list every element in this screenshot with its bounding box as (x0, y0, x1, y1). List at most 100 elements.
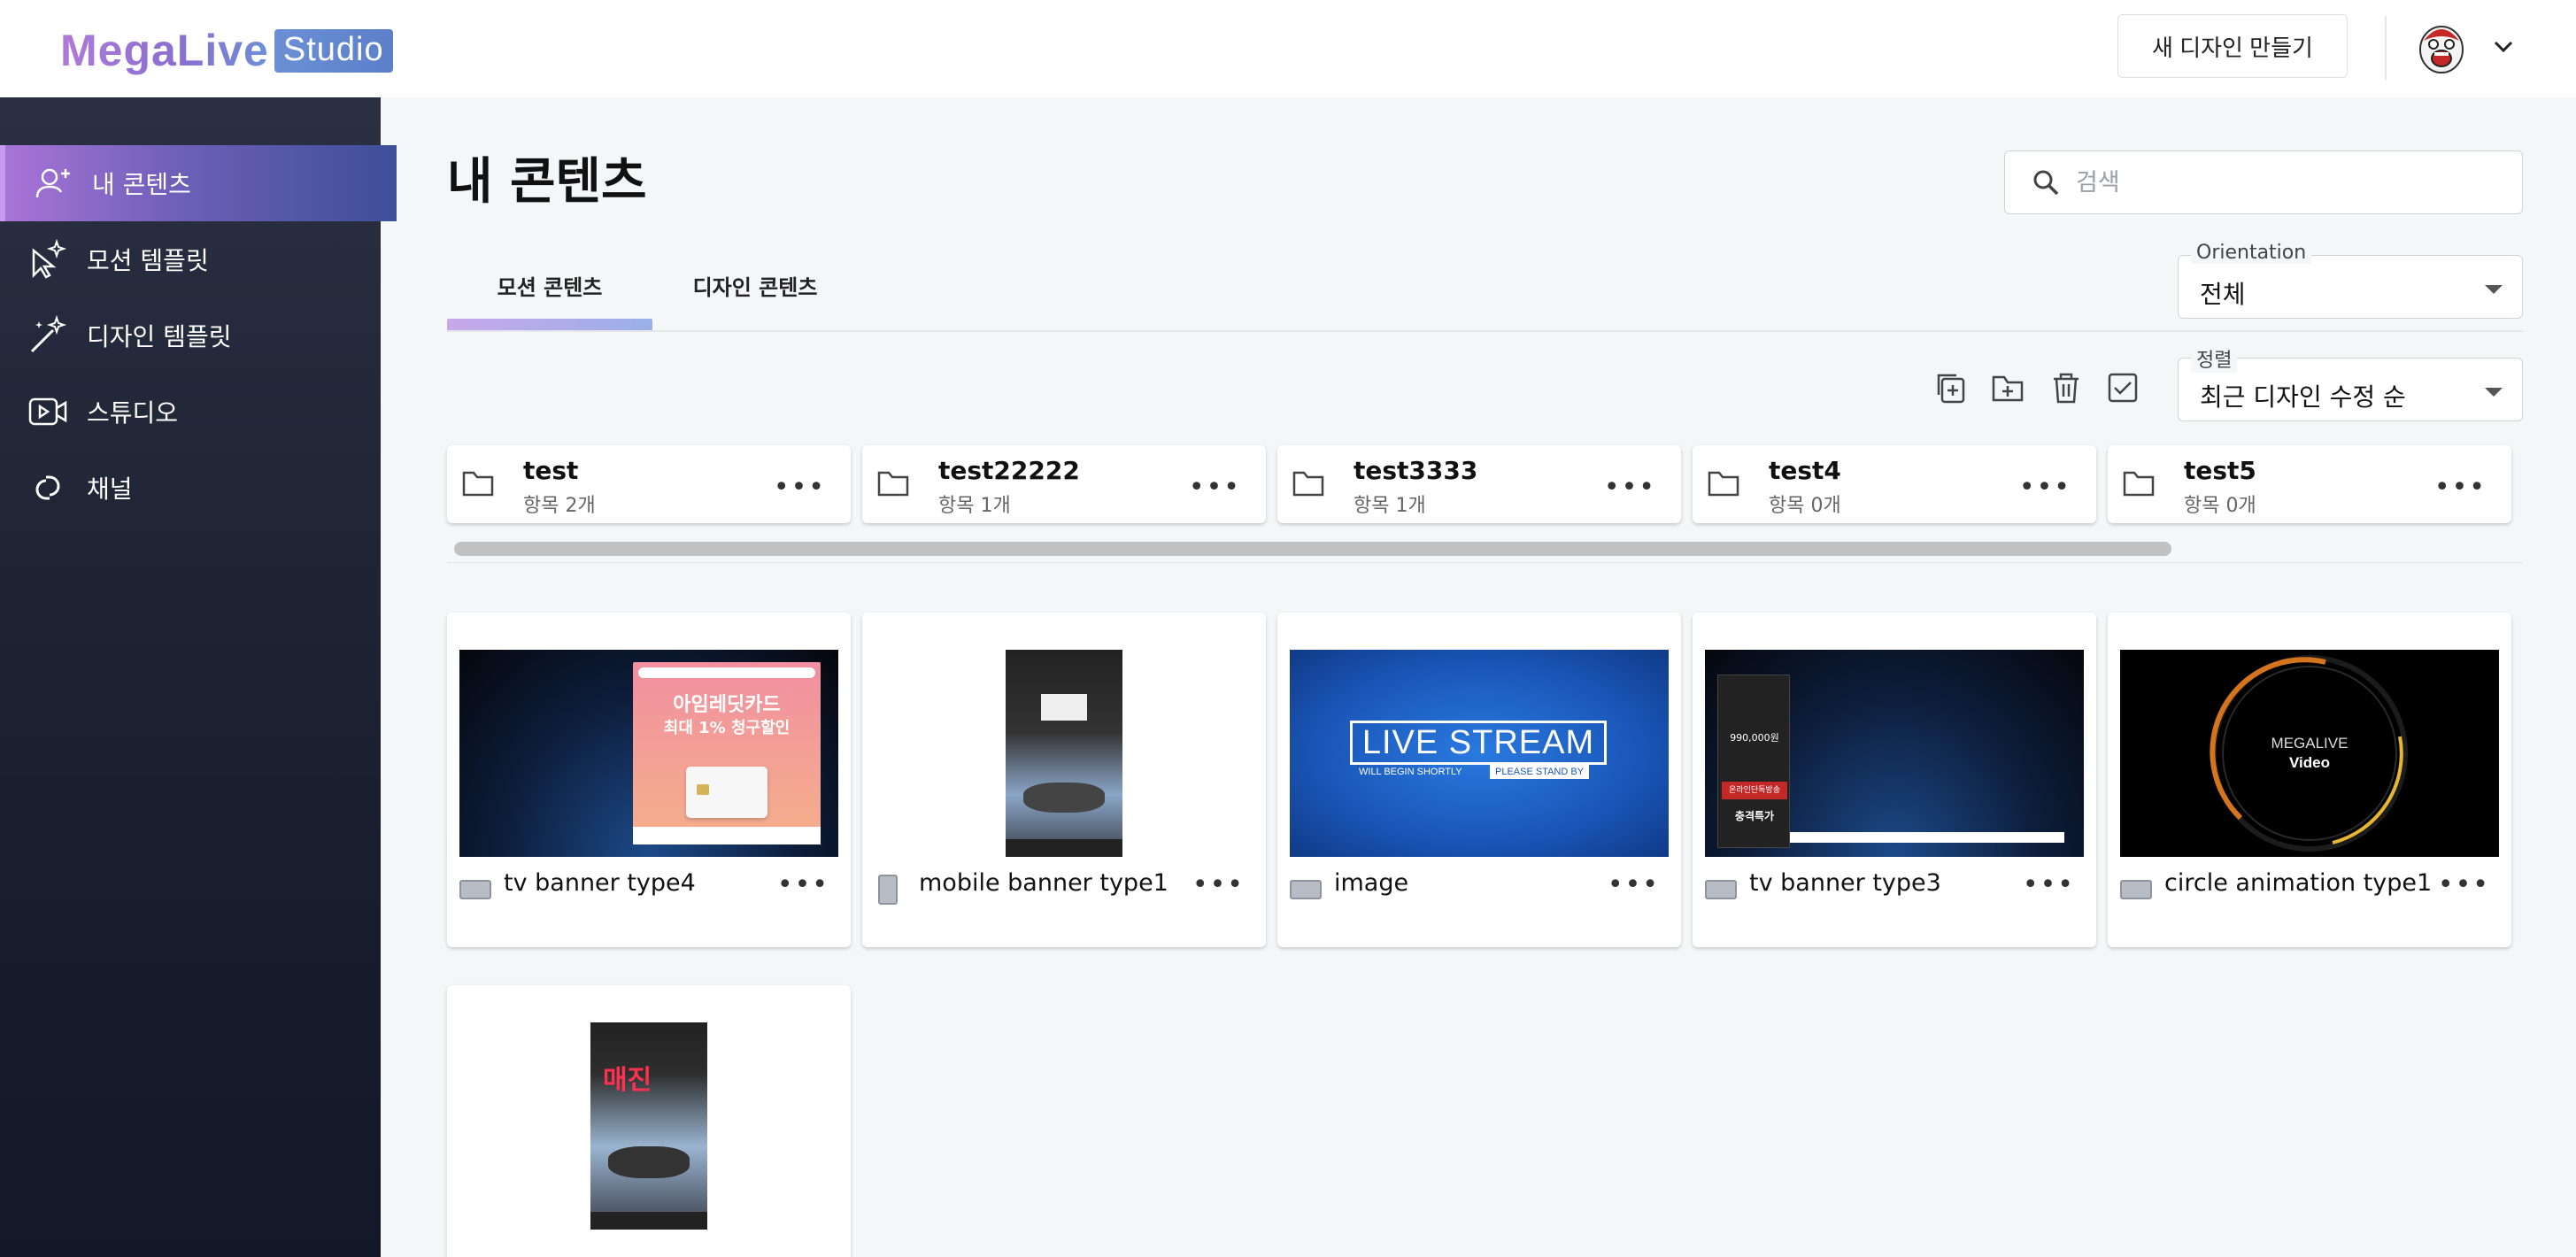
content-name: circle animation type1 (2164, 869, 2433, 897)
sidebar-item-channel[interactable]: 채널 (0, 450, 397, 526)
sidebar-item-label: 내 콘텐츠 (92, 170, 191, 199)
content-name: image (1334, 869, 1409, 897)
more-options-icon[interactable]: ••• (2019, 472, 2071, 503)
user-plus-icon (35, 168, 70, 198)
logo-badge: Studio (274, 28, 393, 73)
folder-icon (1292, 471, 1324, 497)
sidebar-item-label: 모션 템플릿 (87, 246, 209, 275)
folder-count: 항목 2개 (523, 495, 596, 517)
avatar[interactable] (2417, 19, 2466, 74)
more-options-icon[interactable]: ••• (1608, 869, 1660, 900)
folder-scrollbar[interactable] (447, 536, 2523, 563)
folder-name: test22222 (938, 456, 1080, 485)
sort-value: 최근 디자인 수정 순 (2200, 382, 2406, 412)
folder-card[interactable]: test22222 항목 1개 ••• (862, 445, 1266, 523)
landscape-orientation-icon (2120, 880, 2152, 899)
caret-down-icon (2485, 285, 2503, 294)
magic-pointer-icon (32, 238, 67, 279)
scrollbar-thumb[interactable] (454, 542, 2171, 556)
sidebar-item-label: 디자인 템플릿 (87, 322, 232, 351)
link-icon (35, 475, 60, 500)
folder-icon (2123, 471, 2155, 497)
landscape-orientation-icon (459, 880, 491, 899)
content-card[interactable]: 매진 (447, 985, 851, 1257)
content-thumbnail[interactable]: 아임레딧카드 최대 1% 청구할인 (459, 650, 838, 857)
content-card[interactable]: MEGALIVE Video circle animation type1 ••… (2108, 613, 2511, 947)
thumb-circle-line2: Video (2289, 754, 2330, 771)
folder-name: test (523, 456, 579, 485)
sidebar-item-my-contents[interactable]: 내 콘텐츠 (0, 145, 397, 221)
more-options-icon[interactable]: ••• (1192, 869, 1245, 900)
content-thumbnail[interactable]: 990,000원 온라인단독방송 충격특가 (1705, 650, 2084, 857)
select-all-icon[interactable] (2105, 370, 2140, 405)
content-name: tv banner type4 (504, 869, 696, 897)
more-options-icon[interactable]: ••• (774, 472, 826, 503)
chevron-down-icon[interactable] (2489, 32, 2518, 60)
content-thumbnail[interactable]: MEGALIVE Video (2120, 650, 2499, 857)
sidebar-item-design-templates[interactable]: 디자인 템플릿 (0, 297, 397, 374)
thumb-circle-line1: MEGALIVE (2271, 735, 2348, 752)
folder-card[interactable]: test3333 항목 1개 ••• (1277, 445, 1681, 523)
landscape-orientation-icon (1290, 880, 1322, 899)
more-options-icon[interactable]: ••• (2023, 869, 2075, 900)
search-box[interactable] (2004, 150, 2523, 214)
tab-design-contents[interactable]: 디자인 콘텐츠 (652, 270, 858, 301)
content-card[interactable]: 아임레딧카드 최대 1% 청구할인 tv banner type4 ••• (447, 613, 851, 947)
content-card[interactable]: 990,000원 온라인단독방송 충격특가 tv banner type3 ••… (1693, 613, 2096, 947)
sidebar-item-motion-templates[interactable]: 모션 템플릿 (0, 221, 397, 297)
sidebar-item-studio[interactable]: 스튜디오 (0, 374, 397, 450)
new-folder-icon[interactable] (1990, 370, 2025, 405)
thumb-card-subtitle: 최대 1% 청구할인 (663, 719, 791, 737)
more-options-icon[interactable]: ••• (2434, 472, 2487, 503)
content-thumbnail[interactable]: 매진 (459, 1022, 838, 1230)
folder-name: test5 (2184, 456, 2256, 485)
more-options-icon[interactable]: ••• (2438, 869, 2490, 900)
logo-text: MegaLive (60, 26, 269, 75)
thumb-live-stream: LIVE STREAM (1361, 724, 1595, 761)
content-thumbnail[interactable]: LIVE STREAM WILL BEGIN SHORTLY PLEASE ST… (1290, 650, 1669, 857)
content-card[interactable]: LIVE STREAM WILL BEGIN SHORTLY PLEASE ST… (1277, 613, 1681, 947)
page-title: 내 콘텐츠 (447, 153, 647, 211)
more-options-icon[interactable]: ••• (777, 869, 829, 900)
search-input[interactable] (2076, 168, 2501, 197)
video-camera-icon (28, 397, 67, 426)
folder-count: 항목 1개 (938, 495, 1011, 517)
folder-count: 항목 0개 (2184, 495, 2256, 517)
folder-icon (462, 471, 494, 497)
thumb-sold-out: 매진 (603, 1065, 652, 1096)
active-tab-indicator (447, 319, 652, 331)
thumb-will-begin: WILL BEGIN SHORTLY (1359, 767, 1462, 777)
orientation-label: Orientation (2191, 242, 2312, 264)
folder-count: 항목 1개 (1354, 495, 1426, 517)
folder-card[interactable]: test4 항목 0개 ••• (1693, 445, 2096, 523)
more-options-icon[interactable]: ••• (1604, 472, 1656, 503)
duplicate-icon[interactable] (1933, 370, 1969, 405)
app-logo[interactable]: MegaLive Studio (60, 25, 393, 76)
thumb-promo-1: 온라인단독방송 (1722, 782, 1787, 799)
folder-count: 항목 0개 (1769, 495, 1841, 517)
content-name: tv banner type3 (1749, 869, 1941, 897)
sidebar: 내 콘텐츠 모션 템플릿 디자인 템플릿 스튜디오 채널 (0, 97, 397, 1257)
folder-icon (1708, 471, 1739, 497)
more-options-icon[interactable]: ••• (1189, 472, 1241, 503)
folder-card[interactable]: test5 항목 0개 ••• (2108, 445, 2511, 523)
new-design-button[interactable]: 새 디자인 만들기 (2117, 14, 2348, 78)
tabs-divider (447, 330, 2523, 332)
tab-motion-contents[interactable]: 모션 콘텐츠 (447, 270, 652, 301)
magic-wand-icon (30, 314, 67, 353)
sort-select[interactable]: 정렬 최근 디자인 수정 순 (2178, 344, 2523, 421)
orientation-select[interactable]: Orientation 전체 (2178, 242, 2523, 319)
caret-down-icon (2485, 388, 2503, 397)
content-thumbnail[interactable] (875, 650, 1253, 857)
trash-icon[interactable] (2048, 370, 2084, 405)
landscape-orientation-icon (1705, 880, 1737, 899)
folder-card[interactable]: test 항목 2개 ••• (447, 445, 851, 523)
thumb-price: 990,000원 (1730, 732, 1779, 744)
orientation-value: 전체 (2200, 280, 2246, 309)
sort-label: 정렬 (2191, 344, 2238, 373)
sidebar-item-label: 스튜디오 (87, 398, 179, 428)
top-header: MegaLive Studio 새 디자인 만들기 (0, 0, 2576, 97)
sidebar-item-label: 채널 (87, 474, 133, 504)
content-name: mobile banner type1 (919, 869, 1168, 897)
content-card[interactable]: mobile banner type1 ••• (862, 613, 1266, 947)
